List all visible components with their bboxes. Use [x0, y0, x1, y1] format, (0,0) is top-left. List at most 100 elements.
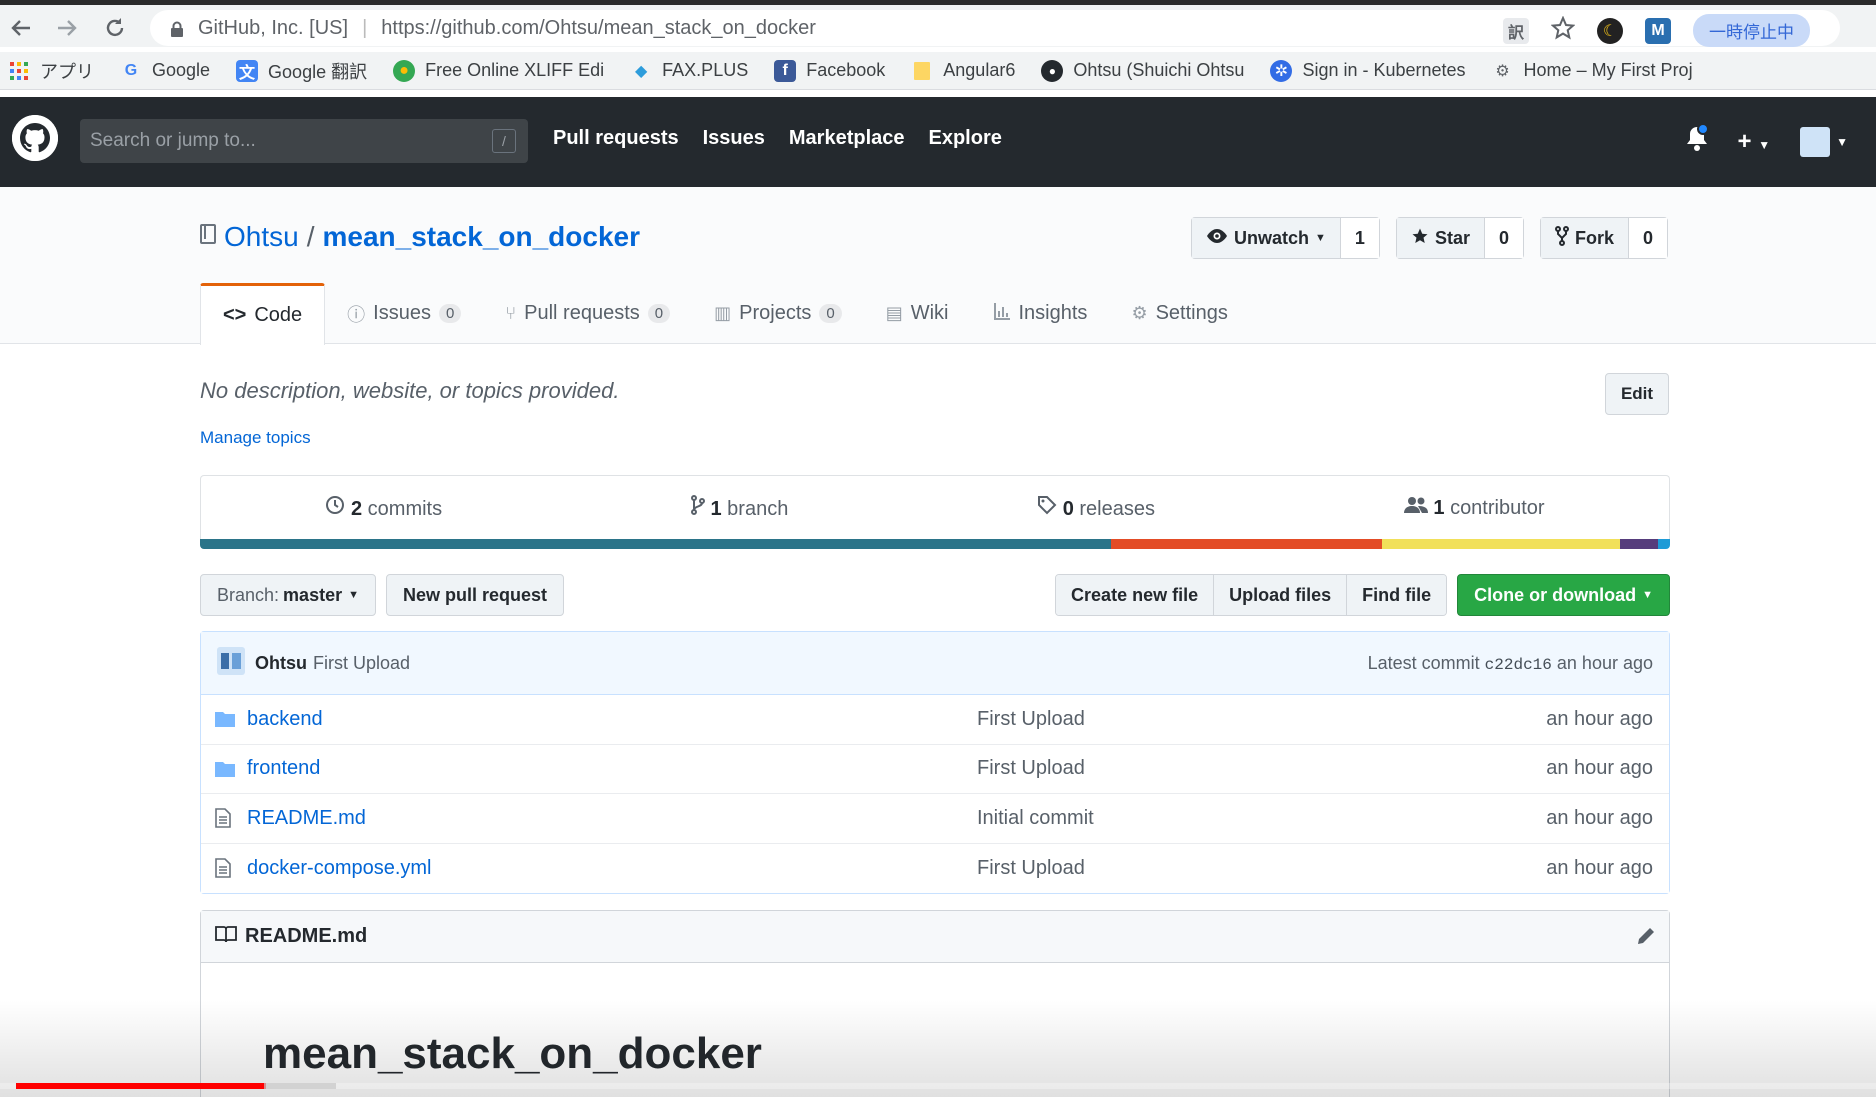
tab-label: Insights — [1018, 302, 1088, 324]
releases-label: releases — [1079, 497, 1155, 520]
file-row-backend[interactable]: backend First Upload an hour ago — [201, 695, 1669, 745]
book-icon — [215, 925, 237, 949]
releases-link[interactable]: 0 releases — [1037, 495, 1155, 521]
bookmark-apps[interactable]: アプリ — [8, 58, 94, 84]
language-segment[interactable] — [1658, 539, 1670, 549]
translate-icon[interactable]: 訳 — [1503, 17, 1529, 44]
language-segment[interactable] — [200, 539, 1112, 549]
back-arrow-icon[interactable] — [4, 11, 38, 45]
language-segment[interactable] — [1619, 539, 1659, 549]
file-name[interactable]: frontend — [247, 757, 977, 780]
file-commit-message[interactable]: First Upload — [977, 857, 1085, 880]
commit-message[interactable]: First Upload — [313, 653, 410, 674]
tab-counter: 0 — [819, 304, 842, 323]
bookmark-label: FAX.PLUS — [662, 60, 749, 80]
reload-icon[interactable] — [98, 11, 132, 45]
file-row-docker-compose[interactable]: docker-compose.yml First Upload an hour … — [201, 843, 1669, 893]
unwatch-label: Unwatch — [1234, 227, 1310, 248]
nav-issues[interactable]: Issues — [703, 127, 765, 150]
star-button[interactable]: Star — [1396, 218, 1485, 258]
branch-select-button[interactable]: Branch: master ▼ — [200, 574, 376, 616]
branches-link[interactable]: 1 branch — [690, 494, 788, 521]
chevron-down-icon: ▼ — [1315, 232, 1326, 244]
video-buffered-progress — [264, 1083, 336, 1089]
sync-paused-badge[interactable]: 一時停止中 — [1693, 14, 1810, 47]
tab-projects[interactable]: ▥ Projects 0 — [692, 283, 864, 344]
language-bar[interactable] — [200, 539, 1670, 549]
new-pull-request-button[interactable]: New pull request — [385, 574, 565, 616]
github-logo-icon[interactable] — [12, 115, 58, 161]
file-commit-message[interactable]: Initial commit — [977, 807, 1094, 830]
file-name[interactable]: backend — [247, 708, 977, 731]
bookmark-fax-plus[interactable]: ◆ FAX.PLUS — [630, 60, 748, 82]
language-segment[interactable] — [1381, 539, 1620, 549]
edit-description-button[interactable]: Edit — [1605, 373, 1669, 415]
tab-code[interactable]: <> Code — [200, 283, 326, 345]
unwatch-button[interactable]: Unwatch ▼ — [1192, 218, 1341, 258]
video-progress-bar[interactable] — [0, 1083, 1876, 1089]
commits-count: 2 — [350, 497, 363, 520]
fork-count[interactable]: 0 — [1628, 218, 1667, 258]
nav-explore[interactable]: Explore — [929, 127, 1002, 150]
repo-name-link[interactable]: mean_stack_on_docker — [322, 221, 640, 253]
file-row-frontend[interactable]: frontend First Upload an hour ago — [201, 744, 1669, 794]
upload-files-button[interactable]: Upload files — [1214, 575, 1348, 615]
commit-author[interactable]: Ohtsu — [255, 653, 307, 674]
create-new-file-button[interactable]: Create new file — [1056, 575, 1215, 615]
file-row-readme[interactable]: README.md Initial commit an hour ago — [201, 794, 1669, 844]
notifications-bell-icon[interactable] — [1686, 123, 1709, 158]
author-avatar[interactable] — [217, 646, 245, 680]
star-label: Star — [1434, 227, 1470, 248]
repo-owner-link[interactable]: Ohtsu — [224, 221, 299, 253]
manage-topics-link[interactable]: Manage topics — [200, 428, 311, 448]
language-segment[interactable] — [1111, 539, 1382, 549]
bookmark-star-icon[interactable] — [1550, 14, 1576, 46]
create-new-plus-icon[interactable]: + ▼ — [1738, 128, 1771, 156]
file-commit-message[interactable]: First Upload — [977, 708, 1085, 731]
bookmark-angular6[interactable]: Angular6 — [911, 60, 1015, 82]
chevron-down-icon: ▼ — [348, 589, 359, 601]
bookmark-facebook[interactable]: f Facebook — [774, 59, 885, 82]
tab-label: Pull requests — [524, 302, 640, 324]
clone-or-download-button[interactable]: Clone or download ▼ — [1457, 574, 1670, 616]
graph-icon — [993, 302, 1011, 325]
nav-marketplace[interactable]: Marketplace — [789, 127, 905, 150]
forward-arrow-icon[interactable] — [50, 11, 84, 45]
bookmark-label: Google 翻訳 — [268, 61, 368, 82]
star-count[interactable]: 0 — [1484, 218, 1523, 258]
nav-pull-requests[interactable]: Pull requests — [553, 127, 679, 150]
file-name[interactable]: README.md — [247, 807, 977, 830]
contributors-link[interactable]: 1 contributor — [1403, 496, 1545, 520]
bookmark-kubernetes[interactable]: ✲ Sign in - Kubernetes — [1270, 59, 1466, 82]
bookmark-home-first-project[interactable]: ⚙ Home – My First Proj — [1492, 60, 1692, 82]
clone-label: Clone or download — [1474, 584, 1637, 605]
repo-description: No description, website, or topics provi… — [200, 378, 620, 403]
bookmark-xliff[interactable]: ● Free Online XLIFF Edi — [393, 59, 604, 82]
pencil-edit-icon[interactable] — [1635, 925, 1657, 953]
tab-wiki[interactable]: ▤ Wiki — [864, 283, 971, 344]
commit-sha[interactable]: c22dc16 — [1485, 656, 1552, 674]
commits-label: commits — [367, 497, 443, 520]
moon-extension-icon[interactable]: ☾ — [1597, 17, 1623, 44]
tab-insights[interactable]: Insights — [971, 283, 1110, 344]
tab-issues[interactable]: ⓘ Issues 0 — [325, 283, 483, 344]
file-name[interactable]: docker-compose.yml — [247, 857, 977, 880]
user-avatar[interactable]: ▼ — [1800, 126, 1848, 157]
find-file-button[interactable]: Find file — [1347, 575, 1447, 615]
file-age: an hour ago — [1546, 806, 1653, 829]
bookmark-google[interactable]: G Google — [120, 60, 210, 82]
commits-link[interactable]: 2 commits — [325, 495, 442, 521]
fork-button[interactable]: Fork — [1540, 218, 1629, 258]
address-bar[interactable]: GitHub, Inc. [US] | https://github.com/O… — [150, 10, 1840, 47]
m-extension-icon[interactable]: M — [1645, 17, 1671, 44]
branch-count: 1 — [710, 497, 722, 520]
search-input[interactable]: Search or jump to... / — [80, 119, 528, 163]
bookmark-google-translate[interactable]: 文 Google 翻訳 — [236, 58, 367, 84]
repo-separator: / — [306, 221, 315, 252]
bookmark-ohtsu-github[interactable]: ● Ohtsu (Shuichi Ohtsu — [1041, 59, 1244, 82]
url-text[interactable]: https://github.com/Ohtsu/mean_stack_on_d… — [381, 17, 816, 40]
file-commit-message[interactable]: First Upload — [977, 757, 1085, 780]
tab-pull-requests[interactable]: ⑂ Pull requests 0 — [483, 283, 692, 344]
tab-settings[interactable]: ⚙ Settings — [1109, 283, 1249, 344]
watch-count[interactable]: 1 — [1340, 218, 1379, 258]
